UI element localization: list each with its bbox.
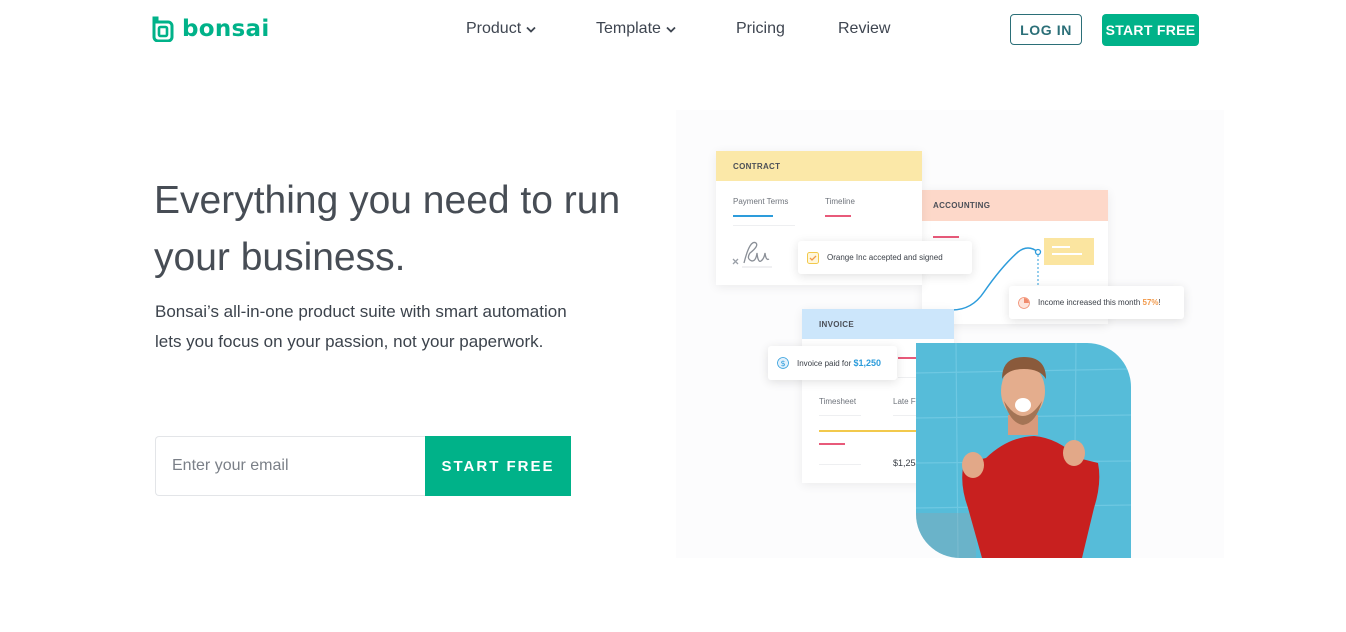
start-free-header-button[interactable]: START FREE: [1102, 14, 1199, 46]
hero-title: Everything you need to run your business…: [154, 179, 621, 279]
nav-item-label: Pricing: [736, 20, 785, 37]
nav-item-review[interactable]: Review: [838, 20, 890, 38]
pie-chart-icon: [1018, 296, 1030, 309]
login-button[interactable]: LOG IN: [1010, 14, 1082, 45]
chevron-down-icon: [526, 26, 536, 33]
income-toast-text: Income increased this month 57%!: [1038, 298, 1161, 307]
contract-line: [733, 225, 795, 226]
nav-item-pricing[interactable]: Pricing: [736, 20, 785, 38]
invoice-card-title: INVOICE: [802, 309, 954, 339]
contract-card-title: CONTRACT: [716, 151, 922, 181]
invoice-toast-amount: $1,250: [853, 358, 882, 368]
timeline-label: Timeline: [825, 197, 855, 206]
invoice-line: [819, 464, 861, 465]
invoice-bar: [819, 443, 845, 445]
dollar-icon: $: [777, 357, 789, 369]
nav-item-template[interactable]: Template: [596, 20, 676, 38]
contract-bar: [825, 215, 851, 217]
income-toast: Income increased this month 57%!: [1009, 286, 1184, 319]
payment-terms-label: Payment Terms: [733, 197, 789, 206]
svg-text:$: $: [780, 359, 785, 368]
nav-item-label: Review: [838, 20, 891, 37]
email-input[interactable]: [155, 436, 426, 496]
invoice-paid-toast: $ Invoice paid for $1,250: [768, 346, 897, 380]
chevron-down-icon: [666, 26, 676, 33]
nav-item-product[interactable]: Product: [466, 20, 536, 38]
income-toast-prefix: Income increased this month: [1038, 298, 1141, 307]
happy-man-photo: [916, 343, 1131, 558]
checkbox-icon: [807, 251, 819, 264]
start-free-hero-button[interactable]: START FREE: [425, 436, 571, 496]
income-toast-suffix: !: [1158, 298, 1161, 307]
nav-item-label: Template: [596, 20, 661, 37]
invoice-toast-prefix: Invoice paid for: [797, 359, 852, 368]
income-toast-pct: 57%: [1142, 298, 1159, 307]
contract-bar: [733, 215, 773, 217]
invoice-line: [819, 415, 861, 416]
invoice-toast-text: Invoice paid for $1,250: [797, 358, 881, 368]
hero-subtitle: Bonsai’s all-in-one product suite with s…: [155, 302, 567, 351]
contract-signed-toast: Orange Inc accepted and signed: [798, 241, 972, 274]
nav-item-label: Product: [466, 20, 522, 37]
photo-image: [916, 343, 1131, 558]
contract-toast-text: Orange Inc accepted and signed: [827, 253, 943, 262]
timesheet-label: Timesheet: [819, 397, 857, 406]
signature-icon: [732, 241, 772, 268]
accounting-card-title: ACCOUNTING: [922, 190, 1108, 221]
